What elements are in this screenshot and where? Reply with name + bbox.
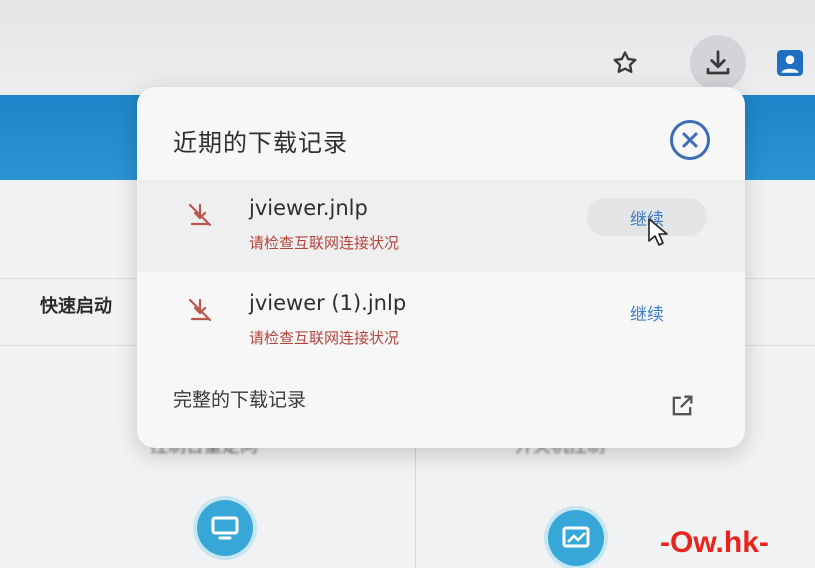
file-name[interactable]: jviewer.jnlp bbox=[249, 196, 368, 220]
download-status: 请检查互联网连接状况 bbox=[249, 234, 400, 252]
profile-button[interactable] bbox=[768, 35, 812, 91]
download-error-icon bbox=[188, 203, 212, 227]
star-outline-icon bbox=[613, 51, 637, 74]
watermark: -Ow.hk- bbox=[660, 526, 769, 559]
close-icon bbox=[682, 132, 698, 148]
download-error-icon bbox=[188, 298, 212, 322]
file-name[interactable]: jviewer (1).jnlp bbox=[249, 291, 406, 315]
full-download-history-link[interactable]: 完整的下载记录 bbox=[173, 385, 306, 412]
quick-start-heading: 快速启动 bbox=[40, 296, 112, 317]
mouse-cursor-icon bbox=[648, 218, 668, 246]
divider bbox=[415, 440, 416, 568]
browser-toolbar bbox=[0, 0, 815, 92]
monitor-icon[interactable] bbox=[197, 500, 253, 556]
open-in-new-tab-icon[interactable] bbox=[668, 392, 696, 420]
person-icon bbox=[777, 50, 803, 76]
chart-icon[interactable] bbox=[548, 510, 604, 566]
close-button[interactable] bbox=[670, 120, 710, 160]
download-item[interactable]: jviewer (1).jnlp 请检查互联网连接状况 继续 bbox=[137, 275, 745, 367]
downloads-popup: 近期的下载记录 jviewer.jnlp 请检查互联网连接状况 继续 jview… bbox=[137, 87, 745, 448]
bookmark-star-button[interactable] bbox=[597, 35, 653, 91]
download-icon bbox=[706, 50, 730, 75]
download-status: 请检查互联网连接状况 bbox=[249, 329, 400, 347]
popup-title: 近期的下载记录 bbox=[173, 129, 348, 157]
resume-button[interactable]: 继续 bbox=[587, 293, 707, 331]
downloads-button[interactable] bbox=[690, 35, 746, 91]
